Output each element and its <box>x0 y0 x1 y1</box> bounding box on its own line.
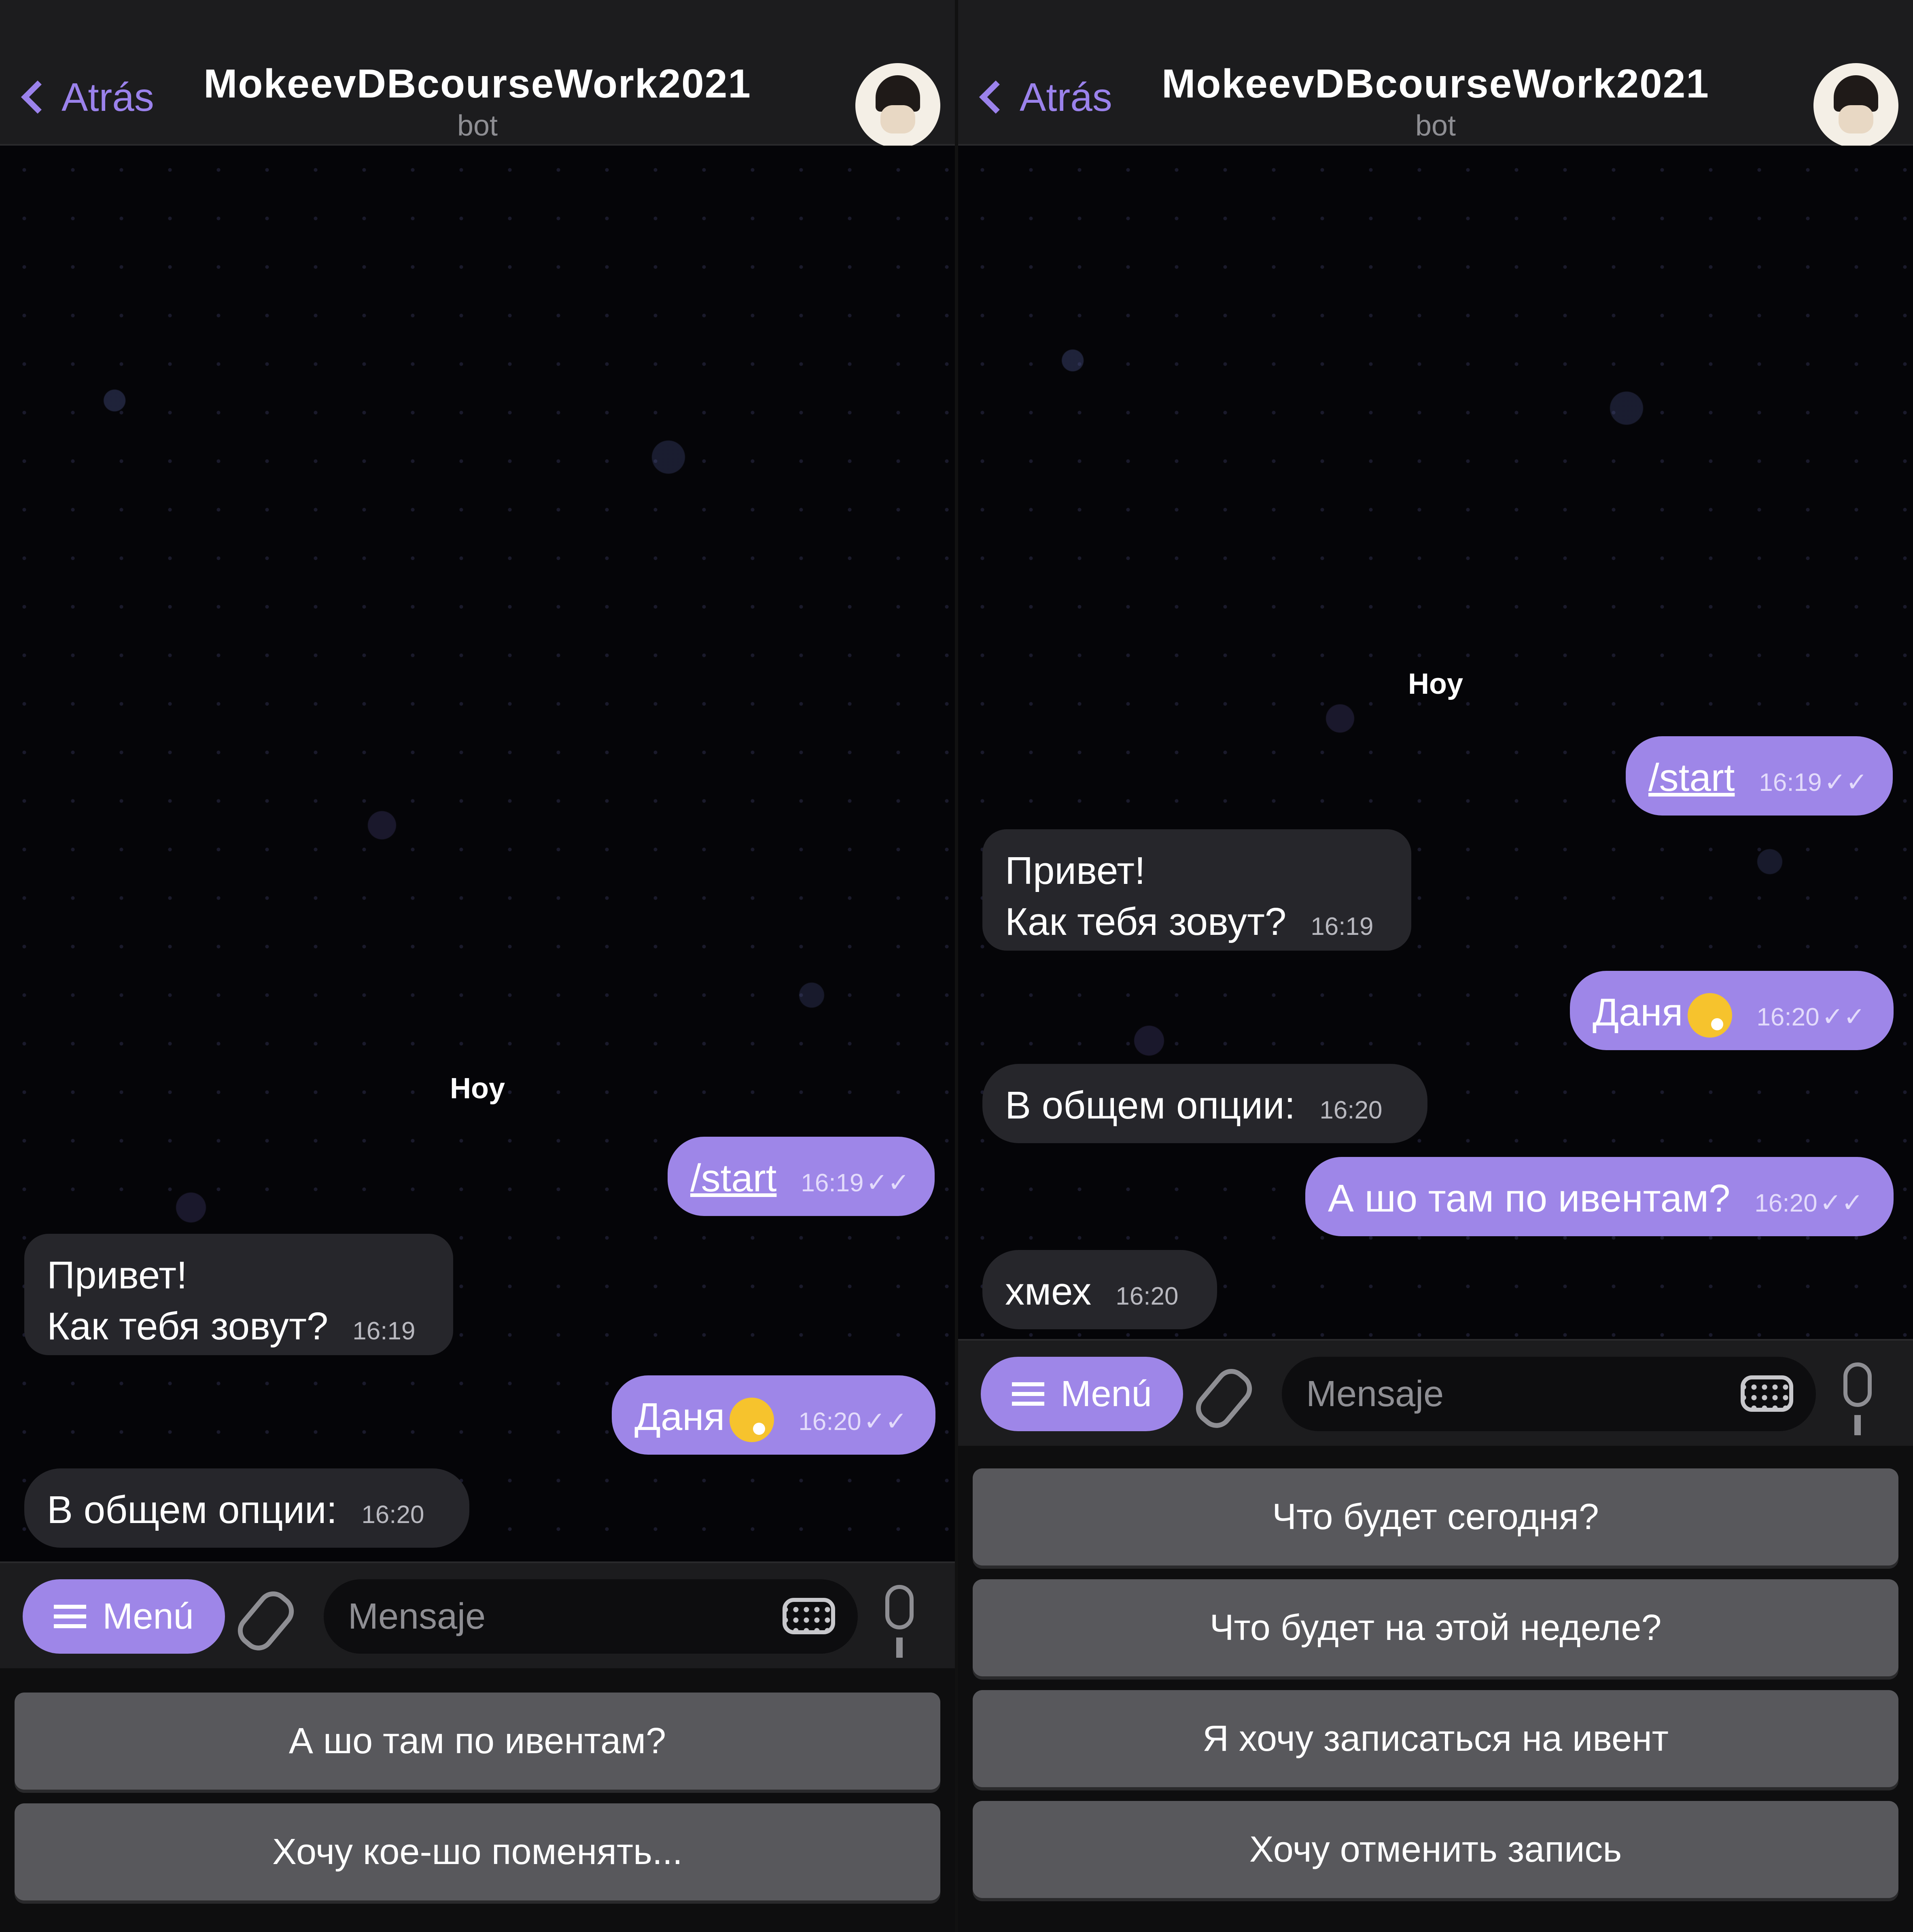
message-input[interactable] <box>1282 1357 1816 1431</box>
message-input[interactable] <box>324 1579 858 1654</box>
message-time: 16:20 <box>798 1408 861 1436</box>
bot-avatar[interactable] <box>855 63 940 148</box>
message-text: А шо там по ивентам? <box>1328 1177 1731 1220</box>
chat-screen-left: Atrás MokeevDBcourseWork2021 bot Hoy /st… <box>0 0 955 1932</box>
message-outgoing[interactable]: Даня 16:20✓✓ <box>612 1375 935 1455</box>
read-check-icon: ✓✓ <box>1824 767 1868 797</box>
message-incoming[interactable]: хмех 16:20 <box>982 1250 1217 1329</box>
paperclip-icon[interactable] <box>1189 1362 1259 1435</box>
message-time: 16:19 <box>801 1169 864 1197</box>
keyboard-button[interactable]: Что будет сегодня? <box>973 1468 1898 1566</box>
chat-header: Atrás MokeevDBcourseWork2021 bot <box>0 12 955 148</box>
message-time: 16:19 <box>1759 769 1822 797</box>
keyboard-button[interactable]: Я хочу записаться на ивент <box>973 1690 1898 1787</box>
microphone-icon[interactable] <box>1843 1362 1872 1435</box>
read-check-icon: ✓✓ <box>1822 1002 1865 1031</box>
chat-subtitle: bot <box>457 110 498 142</box>
message-text-line: Привет! <box>1005 849 1145 892</box>
message-text: хмех <box>1005 1270 1092 1313</box>
chat-screen-right: Atrás MokeevDBcourseWork2021 bot Hoy /st… <box>958 0 1913 1932</box>
command-link[interactable]: /start <box>1648 756 1735 799</box>
keyboard-icon[interactable] <box>1741 1375 1793 1412</box>
microphone-icon[interactable] <box>885 1585 914 1658</box>
message-text: Даня <box>634 1395 725 1438</box>
message-outgoing[interactable]: /start 16:19✓✓ <box>1626 736 1893 816</box>
chat-title[interactable]: MokeevDBcourseWork2021 <box>0 61 955 107</box>
keyboard-button[interactable]: Хочу отменить запись <box>973 1801 1898 1898</box>
command-link[interactable]: /start <box>690 1157 776 1200</box>
chat-subtitle: bot <box>1415 110 1456 142</box>
menu-label: Menú <box>102 1596 194 1637</box>
paperclip-icon[interactable] <box>231 1585 301 1657</box>
keyboard-icon[interactable] <box>783 1598 835 1634</box>
read-check-icon: ✓✓ <box>863 1407 907 1436</box>
bot-reply-keyboard: А шо там по ивентам? Хочу кое-шо поменят… <box>0 1668 955 1932</box>
bot-menu-button[interactable]: Menú <box>23 1579 225 1654</box>
chat-title[interactable]: MokeevDBcourseWork2021 <box>958 61 1913 107</box>
keyboard-button[interactable]: Что будет на этой неделе? <box>973 1579 1898 1676</box>
message-time: 16:19 <box>1311 913 1374 941</box>
message-time: 16:20 <box>1319 1096 1383 1124</box>
message-incoming[interactable]: Привет! Как тебя зовут? 16:19 <box>24 1234 453 1355</box>
message-text: В общем опции: <box>47 1488 337 1532</box>
message-time: 16:20 <box>1754 1189 1818 1217</box>
message-incoming[interactable]: В общем опции: 16:20 <box>982 1064 1427 1143</box>
message-text: Даня <box>1593 991 1683 1034</box>
message-outgoing[interactable]: /start 16:19✓✓ <box>668 1137 935 1216</box>
message-text: В общем опции: <box>1005 1084 1296 1127</box>
read-check-icon: ✓✓ <box>866 1168 910 1197</box>
message-time: 16:20 <box>1756 1003 1820 1031</box>
date-separator: Hoy <box>1408 668 1463 700</box>
bot-menu-button[interactable]: Menú <box>981 1357 1183 1431</box>
message-time: 16:20 <box>361 1501 424 1529</box>
avatar-face-shape <box>1839 105 1873 133</box>
read-check-icon: ✓✓ <box>1820 1188 1863 1217</box>
message-incoming[interactable]: Привет! Как тебя зовут? 16:19 <box>982 829 1411 951</box>
date-separator: Hoy <box>450 1072 505 1105</box>
message-list[interactable]: Hoy /start 16:19✓✓ Привет! Как тебя зовут… <box>958 146 1913 1339</box>
avatar-face-shape <box>880 105 915 133</box>
message-text-line: Привет! <box>47 1254 187 1297</box>
bot-avatar[interactable] <box>1813 63 1898 148</box>
chat-header: Atrás MokeevDBcourseWork2021 bot <box>958 12 1913 148</box>
message-list[interactable]: Hoy /start 16:19✓✓ Привет! Как тебя зовут… <box>0 146 955 1561</box>
bot-reply-keyboard: Что будет сегодня? Что будет на этой нед… <box>958 1446 1913 1932</box>
message-text-line: Как тебя зовут? <box>47 1305 329 1348</box>
message-time: 16:19 <box>352 1317 416 1345</box>
message-outgoing[interactable]: Даня 16:20✓✓ <box>1570 971 1894 1050</box>
hamburger-icon <box>1012 1382 1045 1406</box>
panel-divider <box>955 0 958 1932</box>
hamburger-icon <box>54 1605 87 1628</box>
composer-bar: Menú <box>0 1561 955 1668</box>
keyboard-button[interactable]: А шо там по ивентам? <box>15 1693 940 1790</box>
message-time: 16:20 <box>1116 1282 1179 1310</box>
tired-face-emoji <box>730 1397 774 1442</box>
composer-bar: Menú <box>958 1339 1913 1446</box>
menu-label: Menú <box>1060 1373 1152 1414</box>
message-text-line: Как тебя зовут? <box>1005 900 1287 943</box>
status-bar <box>0 0 955 12</box>
message-incoming[interactable]: В общем опции: 16:20 <box>24 1468 469 1548</box>
keyboard-button[interactable]: Хочу кое-шо поменять... <box>15 1803 940 1900</box>
tired-face-emoji <box>1688 993 1733 1038</box>
message-outgoing[interactable]: А шо там по ивентам? 16:20✓✓ <box>1305 1157 1894 1236</box>
status-bar <box>958 0 1913 12</box>
